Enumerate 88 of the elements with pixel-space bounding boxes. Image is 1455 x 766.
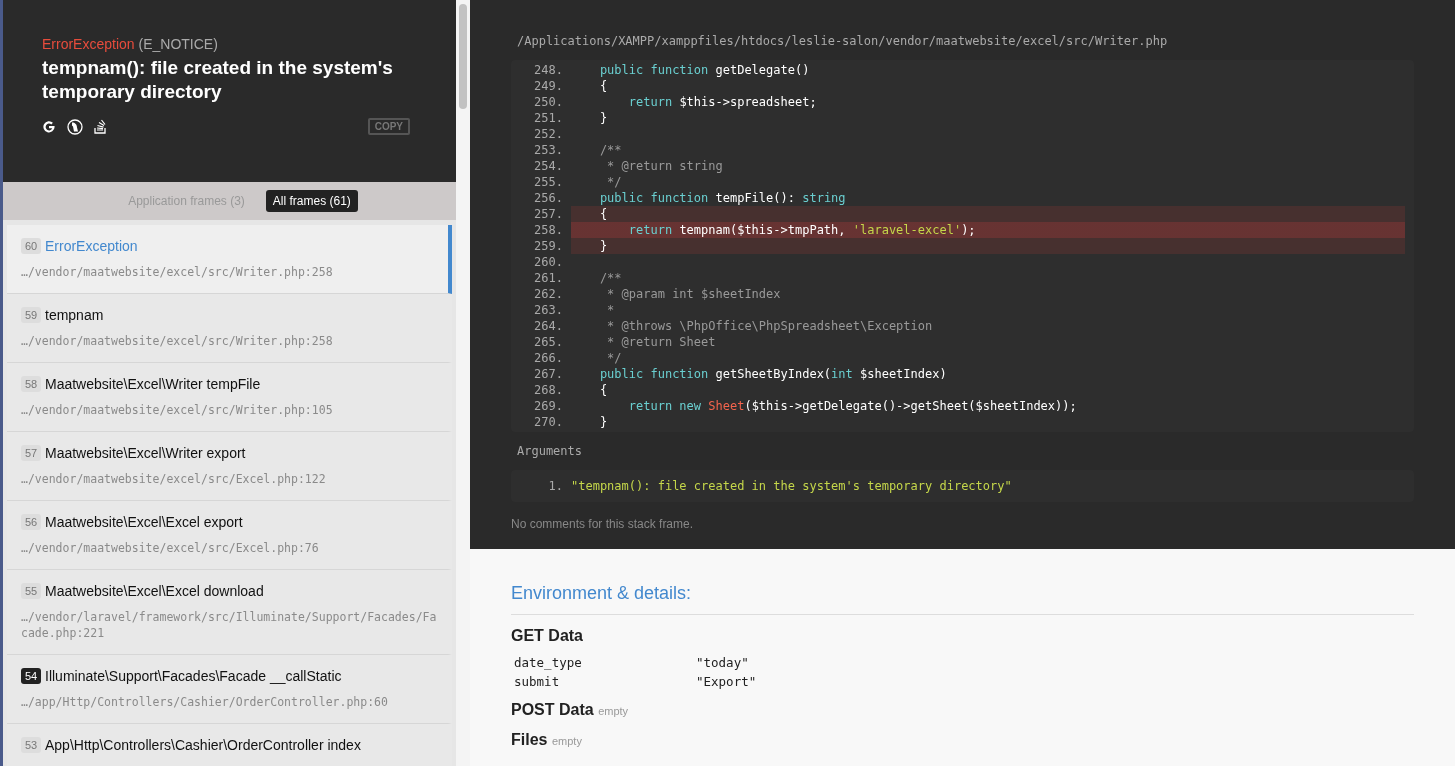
empty-label: empty bbox=[598, 705, 629, 717]
empty-label: empty bbox=[551, 735, 582, 747]
data-value: "today" bbox=[696, 655, 750, 670]
frame-index: 58 bbox=[21, 376, 41, 392]
line-number: 250. bbox=[533, 94, 564, 110]
line-number: 252. bbox=[533, 126, 564, 142]
frame-path: …/vendor/laravel/framework/src/Illuminate/Support/Facades/Facade.php:221 bbox=[21, 609, 438, 641]
frame-index: 60 bbox=[21, 238, 41, 254]
comments-note: No comments for this stack frame. bbox=[511, 517, 695, 531]
code-line: } bbox=[598, 110, 609, 126]
line-number: 257. bbox=[533, 206, 564, 222]
line-number: 266. bbox=[533, 350, 564, 366]
line-number: 254. bbox=[533, 158, 564, 174]
scrollbar-thumb[interactable] bbox=[459, 4, 467, 109]
code-line: */ bbox=[606, 350, 623, 366]
frame-index: 55 bbox=[21, 583, 41, 599]
code-line: return $this->spreadsheet; bbox=[627, 94, 818, 110]
code-line: * bbox=[606, 302, 616, 318]
code-line: * @param int $sheetIndex bbox=[606, 286, 782, 302]
frame-path: …/vendor/maatwebsite/excel/src/Writer.php:258 bbox=[21, 333, 334, 349]
duck-icon[interactable] bbox=[67, 118, 83, 135]
line-number: 265. bbox=[533, 334, 564, 350]
frame-index: 59 bbox=[21, 307, 41, 323]
data-key: date_type bbox=[514, 655, 696, 670]
code-line: public function tempFile(): string bbox=[598, 190, 847, 206]
line-number: 260. bbox=[533, 254, 564, 270]
frame-index: 53 bbox=[21, 737, 41, 753]
line-number: 249. bbox=[533, 78, 564, 94]
frame-path: …/vendor/maatwebsite/excel/src/Excel.php:76 bbox=[21, 540, 320, 556]
code-line: public function getDelegate() bbox=[598, 62, 811, 78]
line-number: 270. bbox=[533, 414, 564, 430]
line-number: 251. bbox=[533, 110, 564, 126]
stack-icon[interactable] bbox=[94, 119, 107, 134]
line-number: 268. bbox=[533, 382, 564, 398]
google-g-icon[interactable] bbox=[42, 119, 56, 134]
frame-index: 54 bbox=[21, 668, 41, 684]
line-number: 256. bbox=[533, 190, 564, 206]
arguments-heading: Arguments bbox=[517, 444, 584, 458]
frame-title: Maatwebsite\Excel\Excel export bbox=[45, 514, 243, 530]
line-number: 248. bbox=[533, 62, 564, 78]
frame-path: …/vendor/maatwebsite/excel/src/Writer.php:105 bbox=[21, 402, 334, 418]
frame-title: tempnam bbox=[45, 307, 104, 323]
frame-title: App\Http\Controllers\Cashier\OrderController index bbox=[45, 737, 361, 753]
line-number: 258. bbox=[533, 222, 564, 238]
data-key: submit bbox=[514, 674, 696, 689]
file-path: /Applications/XAMPP/xamppfiles/htdocs/leslie-salon/vendor/maatwebsite/excel/src/Writer.php bbox=[517, 34, 1169, 48]
line-number: 253. bbox=[533, 142, 564, 158]
section-title: POST Data bbox=[511, 701, 594, 718]
line-number: 259. bbox=[533, 238, 564, 254]
line-number: 269. bbox=[533, 398, 564, 414]
section-title: Files bbox=[511, 731, 548, 748]
line-number: 263. bbox=[533, 302, 564, 318]
code-line: { bbox=[598, 78, 609, 94]
frame-path: …/vendor/maatwebsite/excel/src/Writer.php:258 bbox=[21, 264, 334, 280]
code-line: * @return string bbox=[606, 158, 724, 174]
code-line: * @return Sheet bbox=[606, 334, 717, 350]
line-number: 262. bbox=[533, 286, 564, 302]
argument-value: "tempnam(): file created in the system's temporary directory" bbox=[571, 479, 1012, 493]
code-line: public function getSheetByIndex(int $sheetIndex) bbox=[598, 366, 948, 382]
code-line: /** bbox=[598, 270, 623, 286]
scrollbar[interactable] bbox=[456, 0, 470, 766]
frame-path: …/vendor/maatwebsite/excel/src/Excel.php:122 bbox=[21, 471, 327, 487]
section-title: GET Data bbox=[511, 627, 583, 644]
code-line: */ bbox=[606, 174, 623, 190]
data-value: "Export" bbox=[696, 674, 758, 689]
code-line: * @throws \PhpOffice\PhpSpreadsheet\Exception bbox=[606, 318, 934, 334]
error-message: tempnam(): file created in the system's temporary directory bbox=[42, 56, 394, 104]
frame-index: 56 bbox=[21, 514, 41, 530]
frame-title: Maatwebsite\Excel\Excel download bbox=[45, 583, 264, 599]
frames-tab[interactable]: All frames (61) bbox=[265, 190, 358, 212]
line-number: 267. bbox=[533, 366, 564, 382]
code-line: { bbox=[598, 382, 609, 398]
environment-heading: Environment & details: bbox=[511, 583, 1414, 615]
line-number: 264. bbox=[533, 318, 564, 334]
line-number: 255. bbox=[533, 174, 564, 190]
line-number: 261. bbox=[533, 270, 564, 286]
code-line: } bbox=[598, 414, 609, 430]
argument-number: 1. bbox=[547, 479, 563, 493]
code-line: return new Sheet($this->getDelegate()->getSheet($sheetIndex)); bbox=[627, 398, 1078, 414]
stack-frame[interactable]: 60 ErrorException …/vendor/maatwebsite/excel/src/Writer.php:258 bbox=[7, 225, 452, 294]
frame-index: 57 bbox=[21, 445, 41, 461]
frame-title: Maatwebsite\Excel\Writer tempFile bbox=[45, 376, 261, 392]
code-line: /** bbox=[598, 142, 623, 158]
exception-type: ErrorException (E_NOTICE) bbox=[42, 36, 219, 52]
frame-title: ErrorException bbox=[45, 238, 138, 254]
frame-path: …/app/Http/Controllers/Cashier/OrderController.php:60 bbox=[21, 694, 389, 710]
frame-title: Illuminate\Support\Facades\Facade __callStatic bbox=[45, 668, 342, 684]
frame-title: Maatwebsite\Excel\Writer export bbox=[45, 445, 246, 461]
